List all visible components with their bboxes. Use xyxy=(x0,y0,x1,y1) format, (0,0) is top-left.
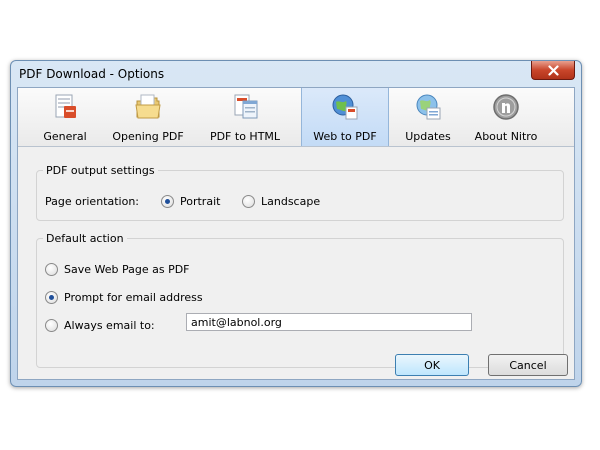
tab-general-label: General xyxy=(43,130,87,143)
options-dialog: PDF Download - Options General Opening P… xyxy=(10,60,582,387)
landscape-label: Landscape xyxy=(261,195,321,208)
tab-opening-pdf-label: Opening PDF xyxy=(112,130,184,143)
pdf-output-settings-legend: PDF output settings xyxy=(46,164,155,177)
prompt-email-option[interactable]: Prompt for email address xyxy=(45,291,203,304)
tab-opening-pdf[interactable]: Opening PDF xyxy=(110,88,186,146)
update-globe-icon xyxy=(416,94,441,120)
landscape-radio[interactable] xyxy=(242,195,255,208)
tab-updates-label: Updates xyxy=(405,130,451,143)
portrait-label: Portrait xyxy=(180,195,221,208)
tab-pdf-to-html[interactable]: PDF to HTML xyxy=(206,88,284,146)
landscape-option[interactable]: Landscape xyxy=(242,195,320,208)
general-settings-icon xyxy=(55,94,76,118)
always-email-radio[interactable] xyxy=(45,319,58,332)
close-icon xyxy=(547,64,559,76)
email-address-input[interactable] xyxy=(186,313,472,331)
page-orientation-label: Page orientation: xyxy=(45,195,140,208)
nitro-logo-icon xyxy=(493,94,519,120)
tab-about-nitro[interactable]: About Nitro xyxy=(466,88,546,146)
save-as-pdf-option[interactable]: Save Web Page as PDF xyxy=(45,263,190,276)
default-action-legend: Default action xyxy=(46,232,124,245)
always-email-label: Always email to: xyxy=(64,319,155,332)
tab-web-to-pdf-label: Web to PDF xyxy=(313,130,377,143)
options-toolbar: General Opening PDF PDF to HTML Web to P… xyxy=(18,88,574,147)
html-page-icon xyxy=(234,94,258,119)
save-as-pdf-radio[interactable] xyxy=(45,263,58,276)
always-email-option[interactable]: Always email to: xyxy=(45,319,155,332)
cancel-button[interactable]: Cancel xyxy=(488,354,568,376)
folder-icon xyxy=(135,94,161,119)
ok-button[interactable]: OK xyxy=(395,354,469,376)
page-orientation-row: Page orientation: xyxy=(45,195,139,208)
tab-general[interactable]: General xyxy=(34,88,96,146)
save-as-pdf-label: Save Web Page as PDF xyxy=(64,263,190,276)
dialog-body: General Opening PDF PDF to HTML Web to P… xyxy=(17,87,575,380)
tab-pdf-to-html-label: PDF to HTML xyxy=(209,130,281,143)
window-title: PDF Download - Options xyxy=(19,67,165,81)
web-globe-icon xyxy=(332,94,358,120)
tab-web-to-pdf[interactable]: Web to PDF xyxy=(301,88,389,146)
tab-updates[interactable]: Updates xyxy=(400,88,456,146)
portrait-option[interactable]: Portrait xyxy=(161,195,220,208)
pdf-output-settings-group: PDF output settings xyxy=(36,164,564,221)
close-button[interactable] xyxy=(531,61,575,80)
portrait-radio[interactable] xyxy=(161,195,174,208)
prompt-email-label: Prompt for email address xyxy=(64,291,203,304)
tab-about-nitro-label: About Nitro xyxy=(474,130,538,143)
title-bar[interactable]: PDF Download - Options xyxy=(11,61,581,87)
prompt-email-radio[interactable] xyxy=(45,291,58,304)
